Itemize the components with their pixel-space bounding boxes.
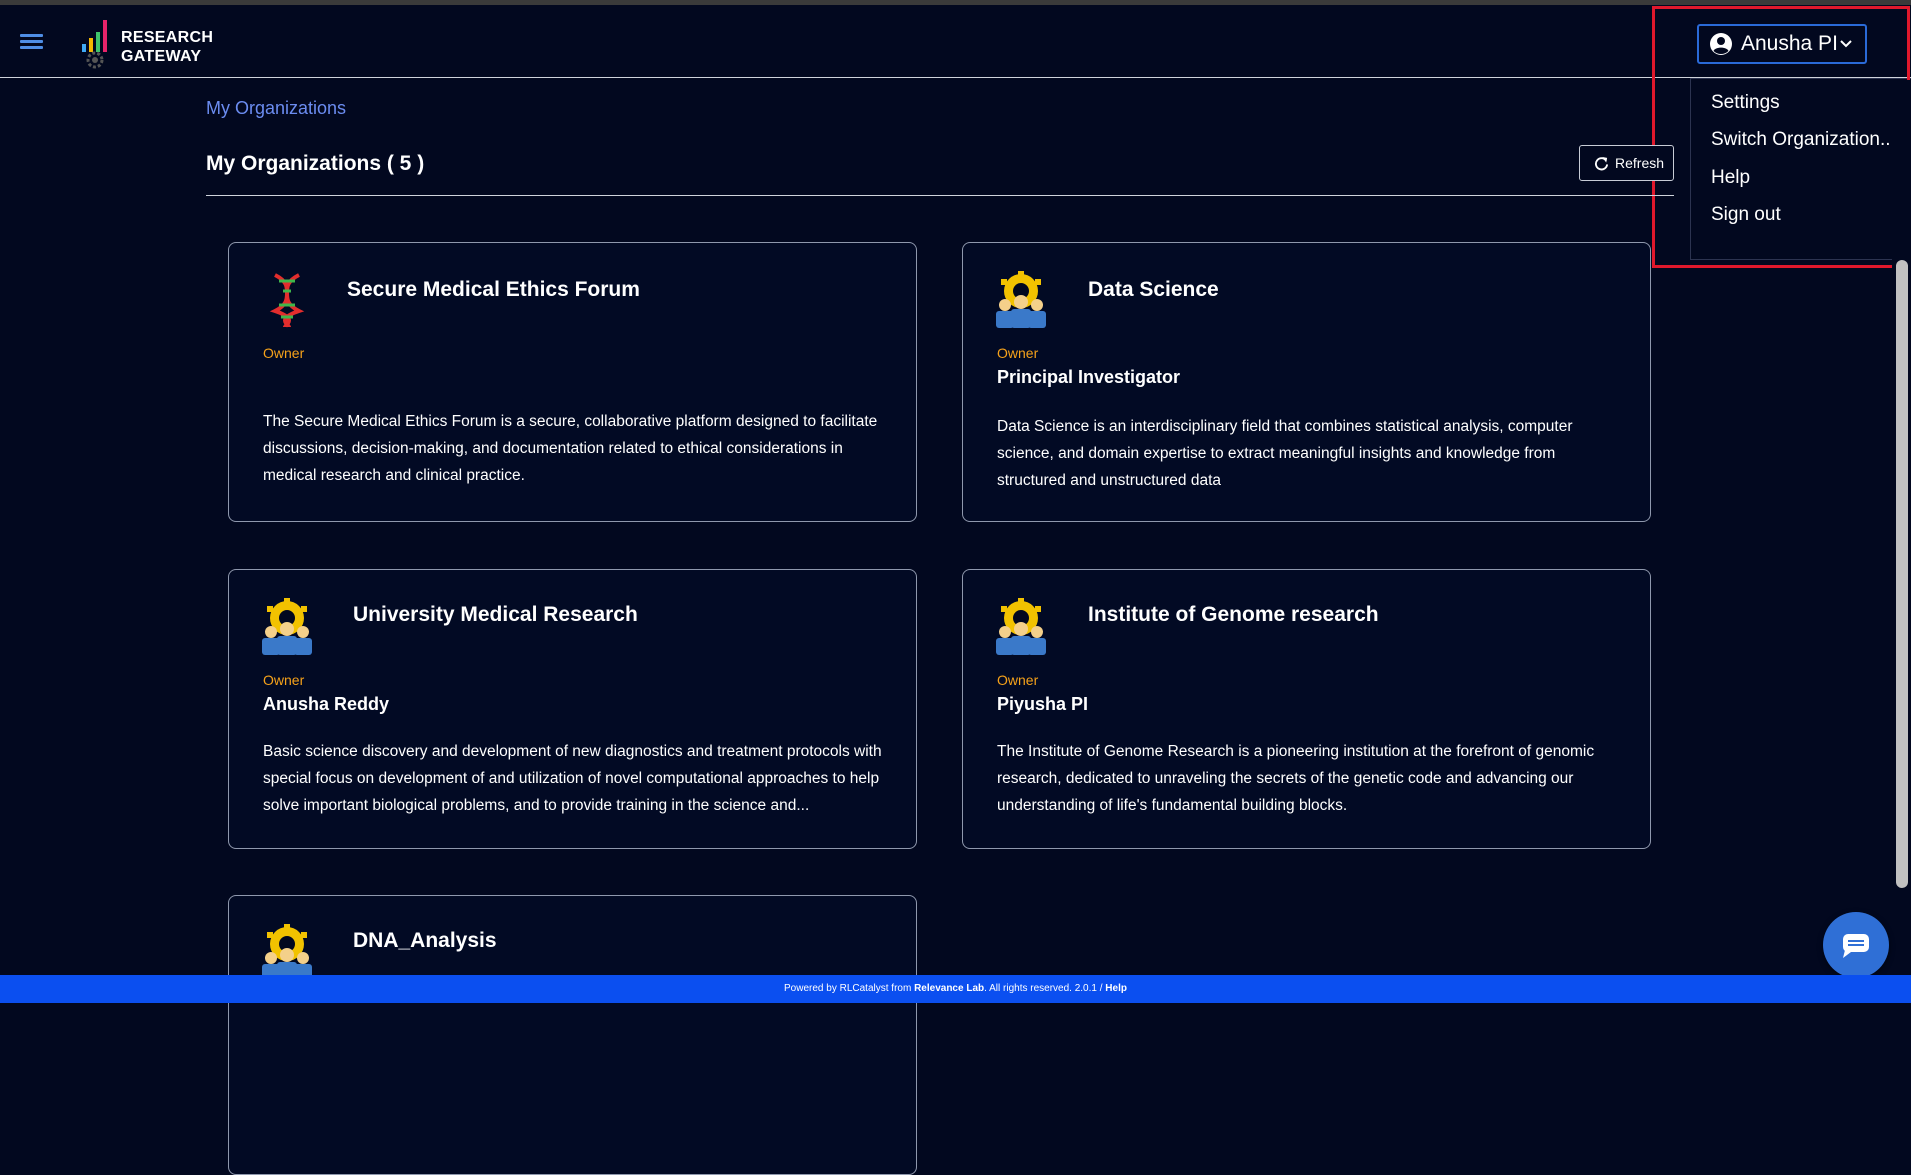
logo-icon bbox=[82, 20, 107, 69]
org-card-data-science[interactable]: Data Science Owner Principal Investigato… bbox=[962, 242, 1651, 522]
org-description: The Secure Medical Ethics Forum is a sec… bbox=[263, 413, 878, 484]
org-role: Owner bbox=[997, 345, 1039, 361]
org-card-dna-analysis[interactable]: DNA_Analysis bbox=[228, 895, 917, 1175]
research-gateway-logo[interactable]: RESEARCH GATEWAY bbox=[80, 18, 220, 70]
org-owner-name: Principal Investigator bbox=[997, 367, 1181, 387]
title-divider bbox=[206, 195, 1674, 196]
footer-prefix: Powered by RLCatalyst from bbox=[784, 983, 912, 994]
org-name: Secure Medical Ethics Forum bbox=[347, 278, 640, 301]
page-title: My Organizations ( 5 ) bbox=[206, 152, 425, 175]
org-card-university-medical-research[interactable]: University Medical Research Owner Anusha… bbox=[228, 569, 917, 849]
org-description: The Institute of Genome Research is a pi… bbox=[997, 743, 1595, 814]
refresh-icon bbox=[1595, 156, 1609, 170]
dna-icon bbox=[269, 273, 305, 329]
org-description: Data Science is an interdisciplinary fie… bbox=[997, 418, 1573, 489]
menu-item-settings[interactable]: Settings bbox=[1711, 92, 1780, 114]
org-card-secure-medical-ethics-forum[interactable]: Secure Medical Ethics Forum Owner The Se… bbox=[228, 242, 917, 522]
menu-item-sign-out[interactable]: Sign out bbox=[1711, 204, 1781, 226]
user-avatar-icon bbox=[1710, 33, 1732, 55]
footer-company[interactable]: Relevance Lab bbox=[914, 983, 984, 994]
menu-item-help[interactable]: Help bbox=[1711, 167, 1750, 189]
team-gear-icon bbox=[262, 924, 312, 981]
org-name: University Medical Research bbox=[353, 603, 638, 626]
logo-line1: RESEARCH bbox=[121, 29, 214, 46]
org-name: Data Science bbox=[1088, 278, 1219, 301]
org-name: DNA_Analysis bbox=[353, 929, 497, 952]
org-role: Owner bbox=[263, 672, 305, 688]
org-name: Institute of Genome research bbox=[1088, 603, 1379, 626]
top-navbar: RESEARCH GATEWAY Anusha PI bbox=[0, 5, 1911, 78]
user-menu-button[interactable]: Anusha PI bbox=[1697, 24, 1867, 64]
chevron-down-icon bbox=[1840, 40, 1852, 48]
team-gear-icon bbox=[262, 598, 312, 655]
menu-icon[interactable] bbox=[20, 34, 43, 50]
user-dropdown-menu: Settings Switch Organization... Help Sig… bbox=[1690, 78, 1911, 260]
team-gear-icon bbox=[996, 598, 1046, 655]
scrollbar-thumb[interactable] bbox=[1896, 260, 1908, 888]
menu-item-switch-organization[interactable]: Switch Organization... bbox=[1711, 129, 1896, 151]
breadcrumb[interactable]: My Organizations bbox=[206, 98, 346, 119]
refresh-label: Refresh bbox=[1615, 155, 1665, 171]
org-owner-name: Anusha Reddy bbox=[263, 694, 390, 714]
footer: Powered by RLCatalyst from Relevance Lab… bbox=[0, 975, 1911, 1003]
username-label: Anusha PI bbox=[1741, 32, 1838, 55]
footer-suffix: . All rights reserved. 2.0.1 / bbox=[984, 983, 1103, 994]
org-role: Owner bbox=[263, 345, 305, 361]
footer-help-link[interactable]: Help bbox=[1105, 983, 1127, 994]
org-card-institute-of-genome-research[interactable]: Institute of Genome research Owner Piyus… bbox=[962, 569, 1651, 849]
org-role: Owner bbox=[997, 672, 1039, 688]
refresh-button[interactable]: Refresh bbox=[1579, 145, 1674, 181]
org-description: Basic science discovery and development … bbox=[263, 743, 882, 814]
team-gear-icon bbox=[996, 271, 1046, 328]
chat-icon bbox=[1843, 934, 1869, 958]
chat-button[interactable] bbox=[1823, 912, 1889, 978]
org-owner-name: Piyusha PI bbox=[997, 694, 1089, 714]
logo-line2: GATEWAY bbox=[121, 48, 202, 65]
page-scrollbar[interactable] bbox=[1892, 80, 1911, 975]
